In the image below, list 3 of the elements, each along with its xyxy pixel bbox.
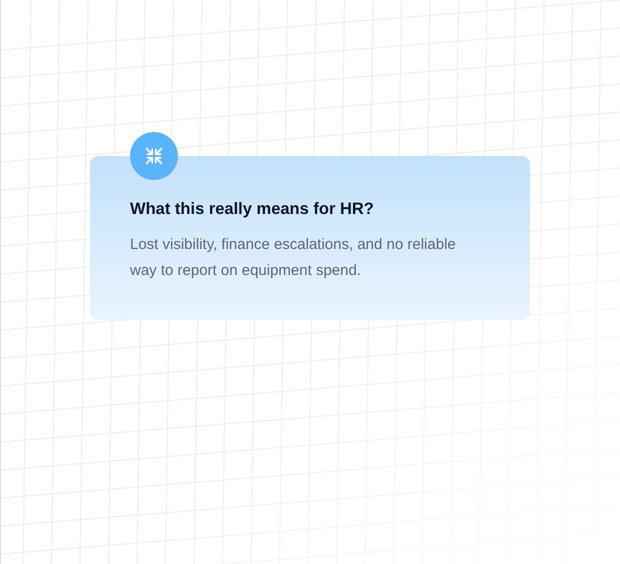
card-title: What this really means for HR? xyxy=(130,199,375,220)
card-description: Lost visibility, finance escalations, and no reliable way to report on equipment spend. xyxy=(130,235,457,281)
collapse-arrows-icon xyxy=(130,132,178,180)
